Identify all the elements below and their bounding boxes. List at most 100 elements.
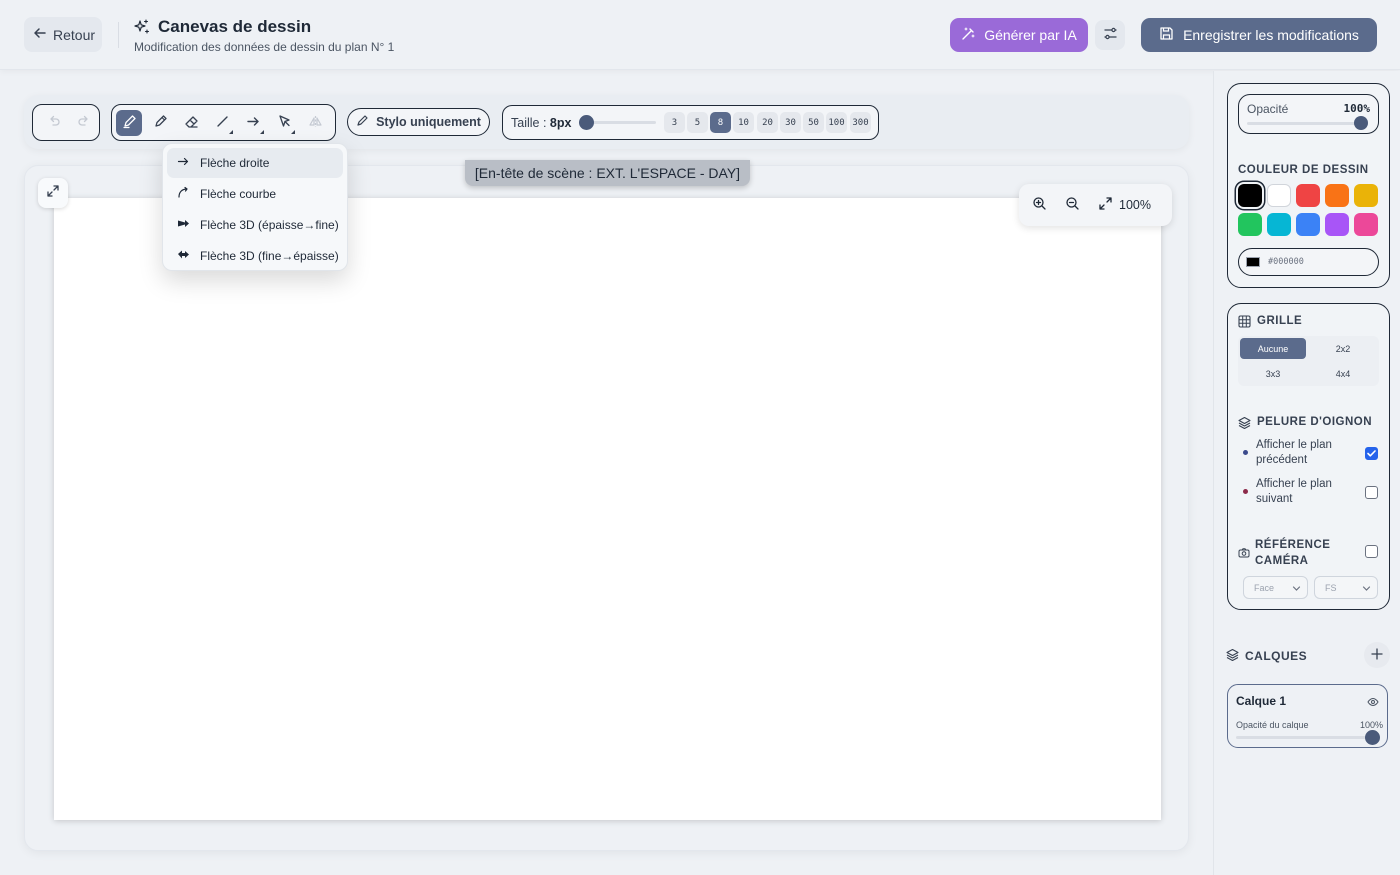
- expand-icon: [46, 184, 60, 203]
- layers-header: CALQUES: [1226, 648, 1307, 664]
- fullscreen-button[interactable]: [38, 178, 68, 208]
- redo-button[interactable]: [71, 110, 97, 136]
- generate-ai-label: Générer par IA: [984, 27, 1077, 43]
- color-swatch[interactable]: [1267, 213, 1291, 236]
- flip-icon: [308, 114, 323, 132]
- pencil-alt-tool-button[interactable]: [147, 110, 173, 136]
- pencil-tool-button[interactable]: [116, 109, 142, 136]
- pen-only-toggle[interactable]: Stylo uniquement: [347, 108, 490, 136]
- history-group: [32, 104, 100, 141]
- header-divider: [118, 22, 119, 48]
- hex-input[interactable]: #000000: [1238, 248, 1379, 276]
- opacity-label: Opacité: [1247, 102, 1289, 116]
- opacity-slider-thumb[interactable]: [1354, 116, 1368, 130]
- hex-value: #000000: [1268, 257, 1304, 267]
- layer-opacity-track[interactable]: [1236, 736, 1366, 739]
- generate-ai-button[interactable]: Générer par IA: [950, 18, 1088, 52]
- size-value: 8px: [549, 116, 572, 130]
- size-option-3[interactable]: 3: [664, 112, 685, 133]
- menu-item-label: Flèche droite: [200, 156, 270, 170]
- size-option-10[interactable]: 10: [733, 112, 754, 133]
- eye-icon[interactable]: [1367, 695, 1379, 713]
- back-button[interactable]: Retour: [24, 17, 102, 52]
- grid-option-none[interactable]: Aucune: [1240, 338, 1306, 359]
- color-swatch[interactable]: [1325, 184, 1349, 207]
- pen-only-label: Stylo uniquement: [376, 115, 481, 129]
- grid-selector: Aucune 2x2 3x3 4x4: [1238, 336, 1379, 386]
- onion-prev-label: Afficher le plan précédent: [1256, 439, 1332, 466]
- size-option-30[interactable]: 30: [780, 112, 801, 133]
- onion-next-label: Afficher le plan suivant: [1256, 478, 1332, 505]
- layer-opacity-value: 100%: [1359, 720, 1383, 730]
- zoom-fit-button[interactable]: 100%: [1098, 196, 1151, 214]
- color-swatch[interactable]: [1354, 184, 1378, 207]
- menu-item-3d-thick-thin[interactable]: Flèche 3D (épaisse→fine): [167, 210, 343, 240]
- undo-button[interactable]: [41, 110, 67, 136]
- camera-icon: [1238, 546, 1250, 564]
- camera-section-title: RÉFÉRENCE CAMÉRA: [1255, 539, 1331, 567]
- menu-item-curved-arrow[interactable]: Flèche courbe: [167, 179, 343, 209]
- onion-prev-checkbox[interactable]: [1365, 447, 1378, 460]
- select-icon: [277, 114, 292, 132]
- size-option-8[interactable]: 8: [710, 112, 731, 133]
- zoom-out-button[interactable]: [1065, 196, 1080, 214]
- grid-option-4x4[interactable]: 4x4: [1310, 363, 1376, 384]
- line-icon: [215, 114, 230, 132]
- color-swatch[interactable]: [1354, 213, 1378, 236]
- layers-stack-icon: [1238, 416, 1251, 434]
- layers-section-title: CALQUES: [1245, 649, 1308, 663]
- select-tool-button[interactable]: [271, 110, 297, 136]
- layer-name: Calque 1: [1236, 694, 1287, 708]
- color-card: Opacité 100% COULEUR DE DESSIN #000000: [1227, 83, 1390, 288]
- save-button[interactable]: Enregistrer les modifications: [1141, 18, 1377, 52]
- camera-angle-select[interactable]: Face: [1243, 576, 1308, 599]
- opacity-value: 100%: [1343, 102, 1371, 115]
- size-option-20[interactable]: 20: [757, 112, 778, 133]
- pen-icon: [356, 114, 369, 130]
- save-label: Enregistrer les modifications: [1183, 27, 1359, 43]
- color-swatch[interactable]: [1296, 184, 1320, 207]
- layer-opacity-thumb[interactable]: [1365, 730, 1380, 745]
- grid-option-2x2[interactable]: 2x2: [1310, 338, 1376, 359]
- grid-option-3x3[interactable]: 3x3: [1240, 363, 1306, 384]
- line-tool-button[interactable]: [209, 110, 235, 136]
- camera-shot-select[interactable]: FS: [1314, 576, 1378, 599]
- color-swatch[interactable]: [1325, 213, 1349, 236]
- arrow-3d-thick-thin-icon: [177, 217, 190, 233]
- size-slider-thumb[interactable]: [579, 115, 594, 130]
- size-option-300[interactable]: 300: [850, 112, 871, 133]
- eraser-tool-button[interactable]: [178, 110, 204, 136]
- pencil-alt-icon: [153, 114, 168, 132]
- flip-tool-button[interactable]: [302, 110, 328, 136]
- page-title: Canevas de dessin: [158, 17, 312, 36]
- tools-group: [111, 104, 336, 141]
- settings-button[interactable]: [1095, 20, 1125, 50]
- maximize-icon: [1098, 196, 1113, 214]
- color-swatch[interactable]: [1267, 184, 1291, 207]
- onion-next-checkbox[interactable]: [1365, 486, 1378, 499]
- size-option-5[interactable]: 5: [687, 112, 708, 133]
- color-swatch[interactable]: [1238, 184, 1262, 207]
- color-swatch[interactable]: [1238, 213, 1262, 236]
- color-swatch[interactable]: [1296, 213, 1320, 236]
- undo-icon: [47, 114, 61, 131]
- size-option-100[interactable]: 100: [826, 112, 847, 133]
- header: Retour Canevas de dessin Modification de…: [0, 0, 1400, 70]
- layer-item[interactable]: Calque 1 Opacité du calque 100%: [1227, 684, 1388, 748]
- size-option-50[interactable]: 50: [803, 112, 824, 133]
- zoom-controls: 100%: [1019, 184, 1172, 226]
- add-layer-button[interactable]: [1364, 642, 1390, 668]
- zoom-in-button[interactable]: [1032, 196, 1047, 214]
- size-label: Taille : 8px: [511, 116, 572, 130]
- current-color-chip: [1246, 257, 1260, 267]
- grid-section-title: GRILLE: [1257, 315, 1303, 327]
- menu-item-straight-arrow[interactable]: Flèche droite: [167, 148, 343, 178]
- arrow-left-icon: [33, 26, 47, 43]
- camera-checkbox[interactable]: [1365, 545, 1378, 558]
- size-slider-track[interactable]: [586, 121, 656, 124]
- opacity-slider-track[interactable]: [1247, 122, 1363, 125]
- drawing-canvas[interactable]: [54, 198, 1161, 820]
- arrow-right-icon: [177, 155, 190, 171]
- menu-item-3d-thin-thick[interactable]: Flèche 3D (fine→épaisse): [167, 241, 343, 271]
- arrow-tool-button[interactable]: [240, 110, 266, 136]
